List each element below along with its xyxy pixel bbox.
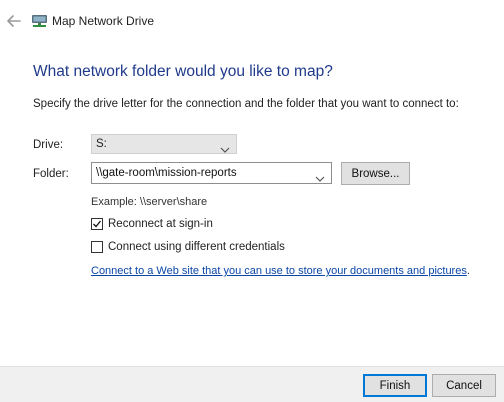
web-site-link-row: Connect to a Web site that you can use t… [91,264,470,278]
credentials-checkbox[interactable] [91,241,103,253]
drive-label: Drive: [33,139,64,151]
finish-button[interactable]: Finish [363,374,427,397]
footer-bar [0,366,504,402]
back-arrow-icon[interactable] [6,14,22,28]
reconnect-checkbox[interactable] [91,218,103,230]
example-text: Example: \\server\share [91,196,208,208]
title-bar: Map Network Drive [0,0,504,40]
folder-label: Folder: [33,168,69,180]
page-heading: What network folder would you like to ma… [33,63,333,80]
chevron-down-icon[interactable] [220,141,230,153]
folder-value: \\gate-room\mission-reports [96,167,237,179]
instructions-text: Specify the drive letter for the connect… [33,98,459,110]
credentials-label: Connect using different credentials [108,240,285,253]
chevron-down-icon[interactable] [315,170,325,182]
reconnect-label: Reconnect at sign-in [108,217,213,230]
drive-select[interactable]: S: [91,134,237,154]
web-site-link[interactable]: Connect to a Web site that you can use t… [91,265,467,277]
credentials-option[interactable]: Connect using different credentials [91,239,285,255]
folder-input[interactable]: \\gate-room\mission-reports [91,162,332,184]
reconnect-option[interactable]: Reconnect at sign-in [91,216,213,232]
drive-value: S: [96,138,107,150]
cancel-button[interactable]: Cancel [432,374,496,397]
link-period: . [466,265,470,277]
window-title: Map Network Drive [52,14,155,28]
browse-button[interactable]: Browse... [341,162,410,185]
network-drive-icon [31,14,48,28]
